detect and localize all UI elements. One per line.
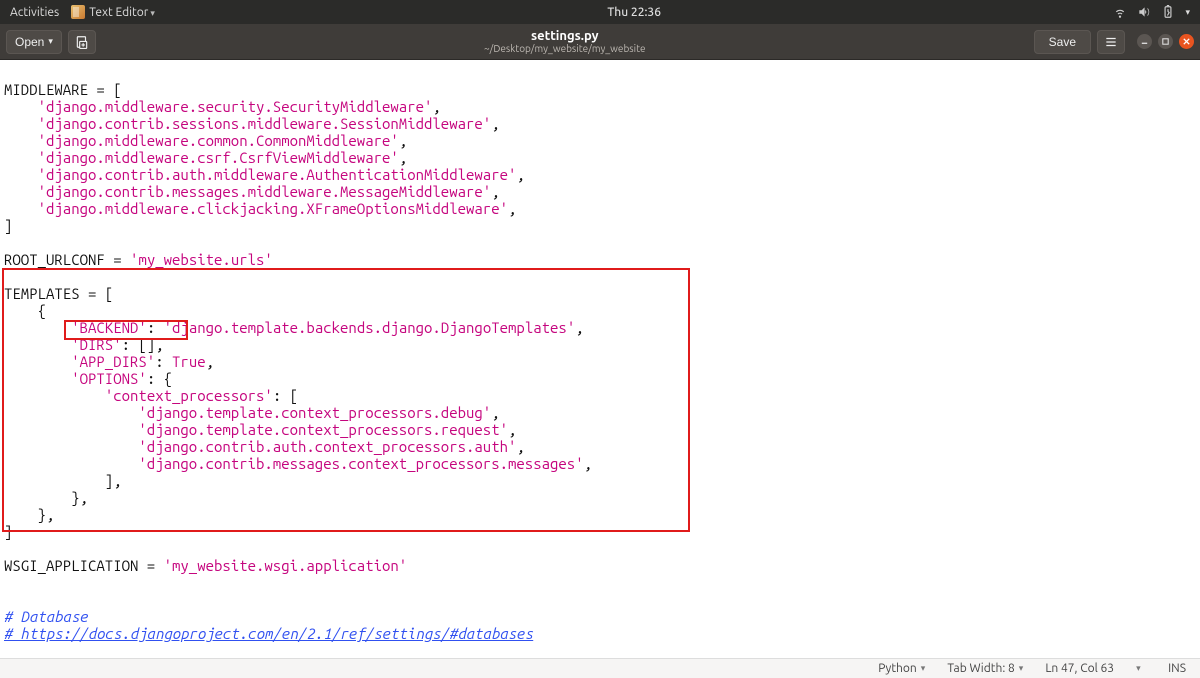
activities-button[interactable]: Activities — [10, 6, 59, 19]
language-selector[interactable]: Python — [878, 662, 925, 675]
hamburger-menu-button[interactable] — [1097, 30, 1125, 54]
new-document-icon — [75, 35, 89, 49]
volume-icon — [1137, 5, 1151, 19]
chevron-down-icon: ▾ — [1185, 7, 1190, 18]
minimize-button[interactable] — [1137, 34, 1152, 49]
new-tab-button[interactable] — [68, 30, 96, 54]
app-menu[interactable]: Text Editor — [71, 5, 155, 19]
document-path: ~/Desktop/my_website/my_website — [96, 43, 1034, 54]
text-editor-icon — [71, 5, 85, 19]
insert-mode: INS — [1168, 662, 1186, 675]
comment-database: # Database — [4, 608, 88, 625]
system-status-area[interactable]: ▾ — [1113, 5, 1190, 19]
chevron-down-icon: ▾ — [48, 36, 53, 47]
tab-width-selector[interactable]: Tab Width: 8 — [947, 662, 1023, 675]
maximize-button[interactable] — [1158, 34, 1173, 49]
comment-database-link: # https://docs.djangoproject.com/en/2.1/… — [4, 625, 533, 642]
clock[interactable]: Thu 22:36 — [155, 6, 1114, 19]
wifi-icon — [1113, 5, 1127, 19]
open-button[interactable]: Open ▾ — [6, 30, 62, 54]
document-title: settings.py — [96, 29, 1034, 43]
save-button[interactable]: Save — [1034, 30, 1091, 54]
hamburger-icon — [1104, 35, 1118, 49]
editor-header-bar: Open ▾ settings.py ~/Desktop/my_website/… — [0, 24, 1200, 60]
cursor-position: Ln 47, Col 63 — [1045, 662, 1114, 675]
close-button[interactable] — [1179, 34, 1194, 49]
app-menu-label: Text Editor — [89, 6, 155, 19]
battery-icon — [1161, 5, 1175, 19]
status-bar: Python Tab Width: 8 Ln 47, Col 63 INS — [0, 658, 1200, 678]
overwrite-mode-selector[interactable] — [1136, 663, 1146, 674]
code-editor[interactable]: MIDDLEWARE = [ 'django.middleware.securi… — [0, 60, 1200, 658]
gnome-top-bar: Activities Text Editor Thu 22:36 ▾ — [0, 0, 1200, 24]
